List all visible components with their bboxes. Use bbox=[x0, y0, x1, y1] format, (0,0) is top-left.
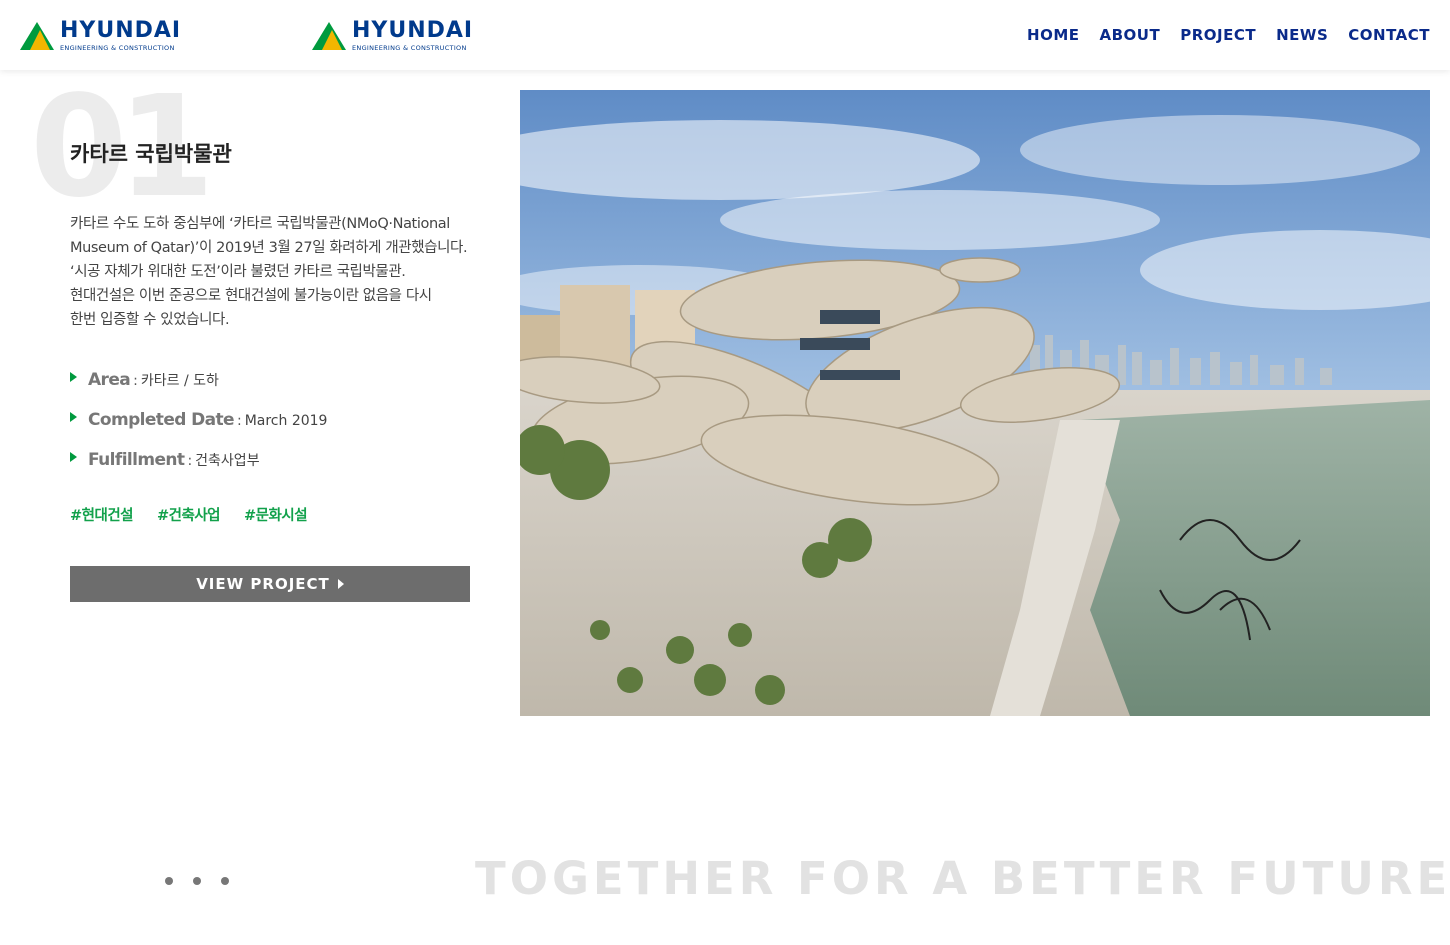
bullet-arrow-icon bbox=[70, 412, 77, 422]
description-line: ‘시공 자체가 위대한 도전’이라 불렸던 카타르 국립박물관. bbox=[70, 264, 406, 280]
slogan: TOGETHER FOR A BETTER FUTURE bbox=[475, 852, 1450, 905]
hyundai-logo-secondary[interactable]: HYUNDAI ENGINEERING & CONSTRUCTION bbox=[312, 20, 473, 52]
project-photo bbox=[520, 90, 1430, 716]
bullet-arrow-icon bbox=[70, 452, 77, 462]
nav-news[interactable]: NEWS bbox=[1276, 26, 1328, 44]
caret-right-icon bbox=[337, 579, 344, 589]
logo-name: HYUNDAI bbox=[60, 18, 182, 43]
info-value: 카타르 / 도하 bbox=[140, 373, 219, 389]
hyundai-logo[interactable]: HYUNDAI ENGINEERING & CONSTRUCTION bbox=[20, 20, 181, 52]
slider-dot[interactable] bbox=[165, 877, 173, 885]
site-header: HYUNDAI ENGINEERING & CONSTRUCTION HYUND… bbox=[0, 0, 1450, 70]
description-line: 현대건설은 이번 준공으로 현대건설에 불가능이란 없음을 다시 bbox=[70, 288, 432, 304]
logo-triangle-icon bbox=[20, 22, 54, 50]
nav-home[interactable]: HOME bbox=[1027, 26, 1079, 44]
slider-dot[interactable] bbox=[193, 877, 201, 885]
hashtag[interactable]: #현대건설 bbox=[70, 504, 134, 525]
info-separator: : bbox=[133, 373, 138, 389]
hashtag[interactable]: #문화시설 bbox=[244, 504, 308, 525]
project-title: 카타르 국립박물관 bbox=[70, 142, 232, 166]
nav-contact[interactable]: CONTACT bbox=[1348, 26, 1430, 44]
nav-about[interactable]: ABOUT bbox=[1100, 26, 1161, 44]
info-label: Fulfillment bbox=[88, 450, 185, 470]
info-label: Completed Date bbox=[88, 410, 235, 430]
description-line: Museum of Qatar)’이 2019년 3월 27일 화려하게 개관했… bbox=[70, 240, 468, 256]
description-line: 한번 입증할 수 있었습니다. bbox=[70, 312, 230, 328]
project-description: 카타르 수도 도하 중심부에 ‘카타르 국립박물관(NMoQ·National … bbox=[70, 212, 470, 332]
info-row-completed-date: Completed Date : March 2019 bbox=[70, 410, 327, 450]
bullet-arrow-icon bbox=[70, 372, 77, 382]
logo-subtitle: ENGINEERING & CONSTRUCTION bbox=[60, 44, 175, 52]
view-project-button[interactable]: VIEW PROJECT bbox=[70, 566, 470, 602]
logo-subtitle: ENGINEERING & CONSTRUCTION bbox=[352, 44, 467, 52]
info-row-fulfillment: Fulfillment : 건축사업부 bbox=[70, 450, 327, 490]
info-row-area: Area : 카타르 / 도하 bbox=[70, 370, 327, 410]
slider-pagination bbox=[165, 877, 229, 885]
info-separator: : bbox=[187, 453, 193, 469]
nav-project[interactable]: PROJECT bbox=[1180, 26, 1256, 44]
info-separator: : bbox=[236, 413, 242, 429]
info-label: Area bbox=[88, 370, 131, 390]
info-value: 건축사업부 bbox=[195, 453, 260, 469]
logo-triangle-icon bbox=[312, 22, 346, 50]
logo-name: HYUNDAI bbox=[352, 18, 474, 43]
project-info-list: Area : 카타르 / 도하 Completed Date : March 2… bbox=[70, 370, 327, 490]
info-value: March 2019 bbox=[244, 413, 328, 429]
slider-dot[interactable] bbox=[221, 877, 229, 885]
description-line: 카타르 수도 도하 중심부에 ‘카타르 국립박물관(NMoQ·National bbox=[70, 216, 450, 232]
view-project-label: VIEW PROJECT bbox=[196, 575, 330, 593]
hashtag-list: #현대건설 #건축사업 #문화시설 bbox=[70, 504, 308, 525]
main-nav: HOME ABOUT PROJECT NEWS CONTACT bbox=[1027, 26, 1430, 44]
hashtag[interactable]: #건축사업 bbox=[157, 504, 221, 525]
